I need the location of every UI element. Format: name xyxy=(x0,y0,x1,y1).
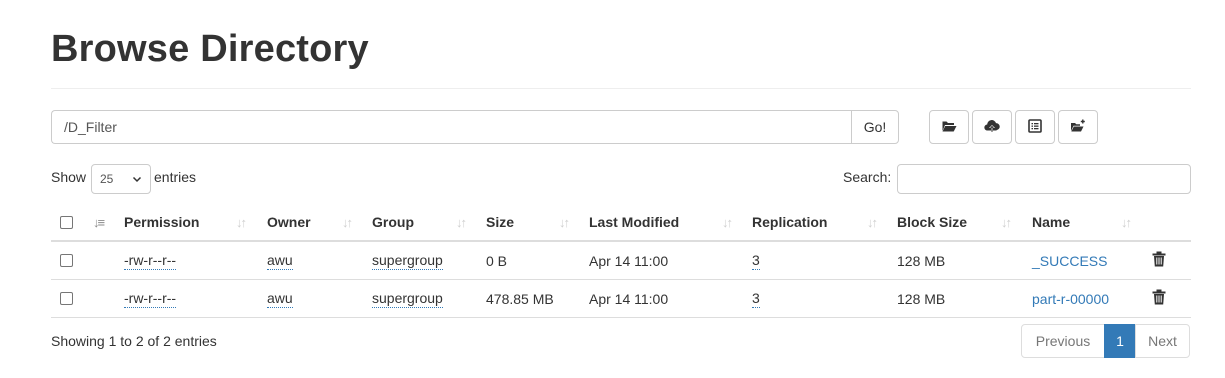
column-replication[interactable]: Replication xyxy=(752,204,827,240)
permission-value[interactable]: -rw-r--r-- xyxy=(124,290,177,308)
group-value[interactable]: supergroup xyxy=(372,290,443,308)
group-value[interactable]: supergroup xyxy=(372,252,443,270)
column-group[interactable]: Group xyxy=(372,204,414,240)
search-label: Search: xyxy=(843,169,892,185)
replication-value[interactable]: 3 xyxy=(752,252,760,270)
column-block-size[interactable]: Block Size xyxy=(897,204,967,240)
last-modified-value: Apr 14 11:00 xyxy=(589,252,669,269)
last-modified-value: Apr 14 11:00 xyxy=(589,290,669,307)
cloud-upload-icon xyxy=(984,118,1000,137)
column-size[interactable]: Size xyxy=(486,204,514,240)
path-bar: Go! xyxy=(51,110,899,144)
sort-icon[interactable]: ↓↑ xyxy=(1121,204,1132,240)
delete-button[interactable] xyxy=(1152,280,1166,317)
parent-directory-button[interactable] xyxy=(929,110,969,144)
select-all-cell xyxy=(60,204,73,240)
sort-ascending-icon[interactable]: ↓≡ xyxy=(93,204,105,240)
owner-value[interactable]: awu xyxy=(267,252,293,270)
page-size-select[interactable]: 25 xyxy=(91,164,151,194)
view-list-button[interactable] xyxy=(1015,110,1055,144)
go-button[interactable]: Go! xyxy=(851,110,899,144)
list-icon xyxy=(1027,118,1043,137)
table-header: ↓≡ Permission ↓↑ Owner ↓↑ Group ↓↑ Size … xyxy=(51,204,1191,242)
table-row: -rw-r--r-- awu supergroup 0 B Apr 14 11:… xyxy=(51,242,1191,280)
column-owner[interactable]: Owner xyxy=(267,204,311,240)
row-select-cell xyxy=(60,280,73,317)
block-size-value: 128 MB xyxy=(897,290,946,307)
size-value: 478.85 MB xyxy=(486,290,554,307)
block-size-value: 128 MB xyxy=(897,252,946,269)
previous-page-button[interactable]: Previous xyxy=(1021,324,1105,358)
sort-icon[interactable]: ↓↑ xyxy=(722,204,733,240)
sort-icon[interactable]: ↓↑ xyxy=(1001,204,1012,240)
show-label: Show xyxy=(51,169,87,185)
size-value: 0 B xyxy=(486,252,508,269)
chevron-down-icon xyxy=(132,172,142,186)
upload-button[interactable] xyxy=(972,110,1012,144)
create-directory-button[interactable] xyxy=(1058,110,1098,144)
permission-value[interactable]: -rw-r--r-- xyxy=(124,252,177,270)
sort-icon[interactable]: ↓↑ xyxy=(559,204,570,240)
column-permission[interactable]: Permission xyxy=(124,204,199,240)
sort-icon[interactable]: ↓↑ xyxy=(456,204,467,240)
sort-icon[interactable]: ↓↑ xyxy=(867,204,878,240)
page-title: Browse Directory xyxy=(51,28,369,70)
pagination: Previous 1 Next xyxy=(1021,324,1190,358)
title-divider xyxy=(51,88,1191,89)
page-size-value: 25 xyxy=(100,172,114,186)
page-1-button[interactable]: 1 xyxy=(1104,324,1136,358)
owner-value[interactable]: awu xyxy=(267,290,293,308)
file-name-link[interactable]: part-r-00000 xyxy=(1032,291,1109,307)
replication-value[interactable]: 3 xyxy=(752,290,760,308)
row-checkbox[interactable] xyxy=(60,292,73,305)
sort-icon[interactable]: ↓↑ xyxy=(342,204,353,240)
column-last-modified[interactable]: Last Modified xyxy=(589,204,679,240)
select-all-checkbox[interactable] xyxy=(60,215,73,229)
column-name[interactable]: Name xyxy=(1032,204,1070,240)
delete-button[interactable] xyxy=(1152,242,1166,279)
file-name-link[interactable]: _SUCCESS xyxy=(1032,253,1107,269)
directory-path-input[interactable] xyxy=(51,110,851,144)
table-info: Showing 1 to 2 of 2 entries xyxy=(51,333,217,349)
file-table: ↓≡ Permission ↓↑ Owner ↓↑ Group ↓↑ Size … xyxy=(51,204,1191,318)
table-row: -rw-r--r-- awu supergroup 478.85 MB Apr … xyxy=(51,280,1191,318)
row-checkbox[interactable] xyxy=(60,254,73,267)
folder-open-icon xyxy=(941,118,957,137)
sort-icon[interactable]: ↓↑ xyxy=(236,204,247,240)
create-folder-icon xyxy=(1070,118,1086,137)
search-input[interactable] xyxy=(897,164,1191,194)
trash-icon xyxy=(1152,251,1166,270)
entries-label: entries xyxy=(154,169,197,185)
trash-icon xyxy=(1152,289,1166,308)
next-page-button[interactable]: Next xyxy=(1135,324,1190,358)
row-select-cell xyxy=(60,242,73,279)
